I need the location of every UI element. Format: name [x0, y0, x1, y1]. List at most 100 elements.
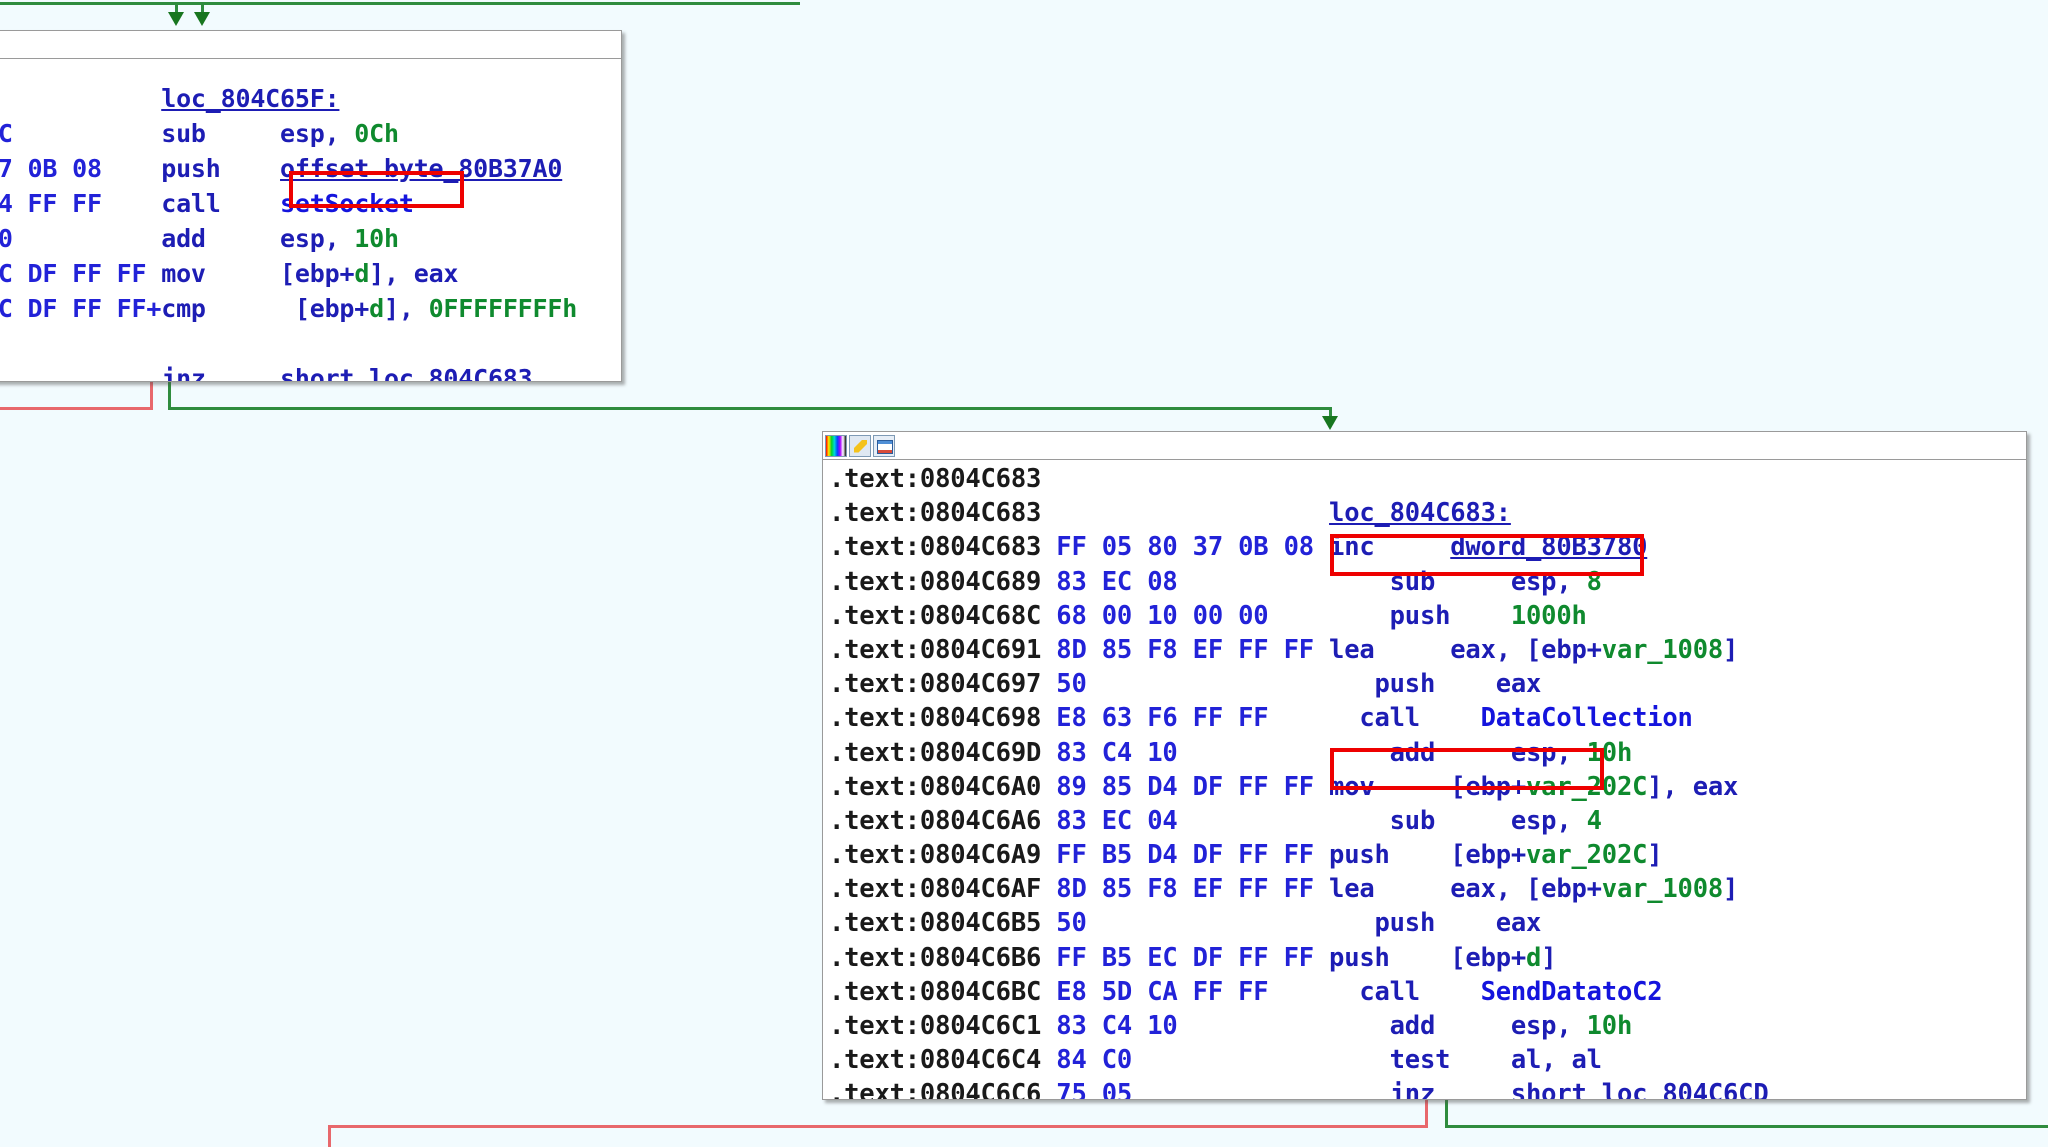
- operand: esp,: [280, 119, 355, 148]
- operand-immediate: 0Ch: [354, 119, 399, 148]
- disasm-line[interactable]: .text:0804C683 FF 05 80 37 0B 08 inc dwo…: [829, 530, 2026, 564]
- hex-bytes: FF B5 EC DF FF FF: [1056, 942, 1314, 973]
- jump-target[interactable]: loc_804C683: [369, 364, 533, 381]
- mnemonic: jnz: [1132, 1079, 1511, 1100]
- mnemonic: push: [1086, 908, 1496, 939]
- mnemonic: cmp: [161, 294, 281, 323]
- hex-bytes: 75 05: [1056, 1079, 1133, 1100]
- operand-data-ref[interactable]: dword_80B3780: [1450, 532, 1647, 562]
- operand: esp,: [1510, 1011, 1587, 1041]
- operand-var: d: [354, 259, 370, 288]
- call-target-setsocket[interactable]: setSocket: [280, 189, 414, 218]
- mnemonic: lea: [1329, 874, 1451, 905]
- segment-address: .text:0804C683: [829, 464, 1042, 494]
- mnemonic: push: [1329, 840, 1451, 871]
- hex-bytes: 83 EC 08: [1056, 566, 1178, 597]
- mnemonic: mov: [146, 259, 281, 288]
- disasm-line[interactable]: .text:0804C6A9 FF B5 D4 DF FF FF push [e…: [829, 838, 2026, 872]
- node-code-area[interactable]: .text:0804C683 .text:0804C683 loc_804C68…: [823, 460, 2026, 1100]
- disasm-line[interactable]: loc_804C65F:: [0, 81, 621, 116]
- edge-bottom-true-horizontal: [1445, 1125, 2048, 1128]
- mnemonic: test: [1132, 1045, 1511, 1076]
- operand: al, al: [1510, 1045, 1602, 1076]
- operand: ], eax: [369, 259, 459, 288]
- operand: eax, [ebp+: [1450, 634, 1602, 665]
- disasm-line[interactable]: .text:0804C6AF 8D 85 F8 EF FF FF lea eax…: [829, 872, 2026, 906]
- operand-immediate: 8: [1586, 566, 1602, 597]
- disasm-line[interactable]: .text:0804C6B5 50 push eax: [829, 906, 2026, 940]
- graph-node-block-804C65F[interactable]: loc_804C65F: 0C sub esp, 0Ch 37 0B 08 pu…: [0, 30, 622, 382]
- disasm-line[interactable]: .text:0804C6B6 FF B5 EC DF FF FF push [e…: [829, 941, 2026, 975]
- disasm-line[interactable]: 37 0B 08 push offset byte_80B37A0: [0, 151, 621, 186]
- hex-bytes: 10: [0, 224, 13, 253]
- operand: eax, [ebp+: [1450, 874, 1602, 905]
- disasm-line[interactable]: .text:0804C691 8D 85 F8 EF FF FF lea eax…: [829, 633, 2026, 667]
- disasm-line[interactable]: C4 FF FF call setSocket: [0, 186, 621, 221]
- disasm-line[interactable]: 0C sub esp, 0Ch: [0, 116, 621, 151]
- disasm-line[interactable]: .text:0804C689 83 EC 08 sub esp, 8: [829, 565, 2026, 599]
- operand: short: [1510, 1079, 1602, 1100]
- jump-target[interactable]: loc_804C6CD: [1602, 1079, 1769, 1099]
- hex-bytes: [0, 364, 161, 381]
- segment-address: .text:0804C698: [829, 703, 1042, 734]
- hex-bytes: 37 0B 08: [0, 154, 102, 183]
- mnemonic: mov: [1329, 771, 1451, 802]
- hex-bytes: C4 FF FF: [0, 189, 102, 218]
- segment-address: .text:0804C68C: [829, 600, 1042, 631]
- disasm-line[interactable]: .text:0804C68C 68 00 10 00 00 push 1000h: [829, 599, 2026, 633]
- segment-address: .text:0804C6AF: [829, 874, 1042, 905]
- operand-immediate: 0FFFFFFFFh: [428, 294, 578, 323]
- operand-immediate: 4: [1586, 805, 1602, 836]
- disasm-line[interactable]: .text:0804C698 E8 63 F6 FF FF call DataC…: [829, 701, 2026, 735]
- location-label[interactable]: loc_804C65F:: [161, 84, 339, 113]
- color-palette-icon[interactable]: [825, 434, 847, 457]
- segment-address: .text:0804C697: [829, 669, 1042, 700]
- segment-address: .text:0804C6A0: [829, 771, 1042, 802]
- disasm-line[interactable]: .text:0804C69D 83 C4 10 add esp, 10h: [829, 736, 2026, 770]
- disasm-line[interactable]: .text:0804C683 loc_804C683:: [829, 496, 2026, 530]
- hex-bytes: 8D 85 F8 EF FF FF: [1056, 634, 1314, 665]
- disasm-line[interactable]: .text:0804C683: [829, 462, 2026, 496]
- disasm-line[interactable]: .text:0804C6BC E8 5D CA FF FF call SendD…: [829, 975, 2026, 1009]
- edge-true-branch-horizontal: [168, 407, 1332, 410]
- operand-var: var_202C: [1526, 771, 1648, 802]
- edge-bottom-false-horizontal: [328, 1125, 1428, 1128]
- hex-bytes: 8D 85 F8 EF FF FF: [1056, 874, 1314, 905]
- mnemonic: add: [1177, 737, 1511, 768]
- disasm-line[interactable]: .text:0804C697 50 push eax: [829, 667, 2026, 701]
- hex-bytes: [0, 84, 161, 113]
- disasm-line[interactable]: 10 add esp, 10h: [0, 221, 621, 256]
- hex-bytes: 84 C0: [1056, 1045, 1133, 1076]
- node-code-area[interactable]: loc_804C65F: 0C sub esp, 0Ch 37 0B 08 pu…: [0, 59, 621, 381]
- disasm-line[interactable]: jnz short loc_804C683: [0, 361, 621, 381]
- operand-var: var_1008: [1601, 874, 1724, 905]
- disasm-line[interactable]: .text:0804C6A6 83 EC 04 sub esp, 4: [829, 804, 2026, 838]
- window-icon[interactable]: [873, 434, 895, 457]
- edit-pencil-icon[interactable]: [849, 434, 871, 457]
- operand: [ebp+: [1450, 771, 1527, 802]
- graph-node-block-804C683[interactable]: .text:0804C683 .text:0804C683 loc_804C68…: [822, 431, 2027, 1100]
- operand: [ebp+: [1450, 840, 1527, 871]
- disasm-line[interactable]: .text:0804C6A0 89 85 D4 DF FF FF mov [eb…: [829, 770, 2026, 804]
- mnemonic: lea: [1329, 634, 1451, 665]
- disasm-line[interactable]: .text:0804C6C4 84 C0 test al, al: [829, 1043, 2026, 1077]
- call-target-senddatatoc2[interactable]: SendDatatoC2: [1481, 977, 1663, 1007]
- segment-address: .text:0804C683: [829, 532, 1042, 563]
- operand: eax: [1495, 908, 1542, 939]
- location-label[interactable]: loc_804C683:: [1329, 498, 1511, 528]
- operand: esp,: [1510, 737, 1587, 768]
- disasm-line[interactable]: EC DF FF FF+cmp [ebp+d], 0FFFFFFFFh: [0, 291, 621, 326]
- hex-bytes: 83 C4 10: [1056, 1011, 1178, 1041]
- disasm-line[interactable]: .text:0804C6C6 75 05 jnz short loc_804C6…: [829, 1077, 2026, 1100]
- operand: ], eax: [1647, 771, 1739, 802]
- mnemonic: sub: [1177, 566, 1511, 597]
- disasm-line[interactable]: .text:0804C6C1 83 C4 10 add esp, 10h: [829, 1009, 2026, 1043]
- node-titlebar[interactable]: [823, 432, 2026, 460]
- operand-immediate: 10h: [1586, 1011, 1633, 1041]
- operand: ]: [1647, 840, 1663, 871]
- call-target-datacollection[interactable]: DataCollection: [1481, 703, 1693, 733]
- mnemonic: call: [1268, 703, 1481, 734]
- mnemonic: push: [101, 154, 281, 183]
- operand-data-ref[interactable]: offset byte_80B37A0: [280, 154, 562, 183]
- disasm-line[interactable]: EC DF FF FF mov [ebp+d], eax: [0, 256, 621, 291]
